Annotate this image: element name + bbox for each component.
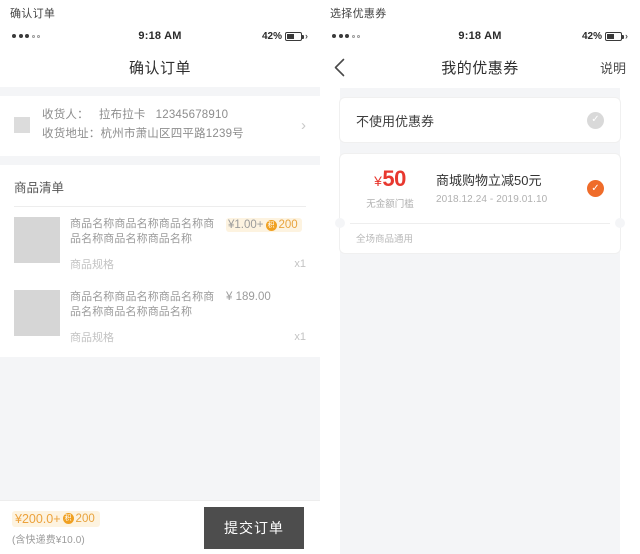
recipient-name: 拉布拉卡 bbox=[98, 109, 146, 121]
product-quantity: x1 bbox=[294, 331, 306, 343]
price-points-badge: ¥1.00+ 积 200 bbox=[226, 218, 302, 232]
coupon-title: 商城购物立减50元 bbox=[436, 173, 542, 188]
coupon-scope-note: 全场商品通用 bbox=[356, 234, 414, 245]
address-row[interactable]: 收货人： 拉布拉卡 12345678910 收货地址：杭州市萧山区四平路1239号 … bbox=[0, 96, 320, 156]
instructions-button[interactable]: 说明 bbox=[600, 58, 626, 77]
product-thumbnail bbox=[14, 217, 60, 263]
page-title: 我的优惠券 bbox=[441, 59, 519, 77]
product-name: 商品名称商品名称商品名称商品名称商品名称商品名称 bbox=[70, 291, 215, 318]
right-screen-caption: 选择优惠券 bbox=[330, 8, 387, 20]
coupon-info-block: 商城购物立减50元 2018.12.24 - 2019.01.10 bbox=[426, 172, 587, 205]
page-title: 确认订单 bbox=[128, 59, 191, 77]
dual-screen-container: 确认订单 9:18 AM 42% › chevron-left 确认订单 收货人… bbox=[0, 0, 640, 554]
coupon-select-screen: 选择优惠券 9:18 AM 42% › 我的优惠券 说明 不使用优惠券 ✓ ¥5… bbox=[320, 0, 640, 554]
right-status-bar: 9:18 AM 42% › bbox=[320, 25, 640, 47]
order-item-top: 商品名称商品名称商品名称商品名称商品名称商品名称 ¥ 189.00 bbox=[70, 290, 306, 320]
coupon-card[interactable]: ¥50 无金额门槛 商城购物立减50元 2018.12.24 - 2019.01… bbox=[335, 154, 625, 253]
address-gap-spacer bbox=[0, 156, 320, 165]
order-item-main: 商品名称商品名称商品名称商品名称商品名称商品名称 ¥ 189.00 商品规格 x… bbox=[70, 290, 306, 347]
nav-gap-spacer bbox=[0, 87, 320, 96]
left-nav-bar: chevron-left 确认订单 bbox=[0, 47, 320, 87]
coupon-amount-value: 50 bbox=[382, 166, 406, 191]
coupon-cards-area: 不使用优惠券 ✓ ¥50 无金额门槛 商城购物立减50元 2018.12.24 … bbox=[335, 88, 625, 253]
product-quantity: x1 bbox=[294, 258, 306, 270]
order-item-row[interactable]: 商品名称商品名称商品名称商品名称商品名称商品名称 ¥1.00+ 积 200 商品… bbox=[0, 207, 320, 280]
battery-icon bbox=[605, 31, 624, 41]
points-value: 200 bbox=[278, 219, 298, 231]
price-amount: ¥1.00+ bbox=[228, 219, 264, 231]
product-name: 商品名称商品名称商品名称商品名称商品名称商品名称 bbox=[70, 218, 215, 245]
order-item-top: 商品名称商品名称商品名称商品名称商品名称商品名称 ¥1.00+ 积 200 bbox=[70, 217, 306, 247]
order-confirm-screen: 确认订单 9:18 AM 42% › chevron-left 确认订单 收货人… bbox=[0, 0, 320, 554]
coupon-selected-check-icon[interactable]: ✓ bbox=[587, 180, 604, 197]
points-coin-icon: 积 bbox=[265, 219, 277, 231]
right-nav-bar: 我的优惠券 说明 bbox=[320, 47, 640, 87]
address-value: 杭州市萧山区四平路1239号 bbox=[100, 128, 244, 140]
product-price: ¥1.00+ 积 200 bbox=[226, 217, 302, 232]
points-coin-icon: 积 bbox=[62, 513, 74, 524]
shipping-fee-note: (含快递费¥10.0) bbox=[12, 534, 85, 546]
product-spec: 商品规格 bbox=[70, 259, 114, 271]
recipient-label: 收货人： bbox=[42, 109, 89, 121]
status-time: 9:18 AM bbox=[138, 30, 182, 42]
no-coupon-label: 不使用优惠券 bbox=[356, 113, 435, 129]
address-line: 收货地址：杭州市萧山区四平路1239号 bbox=[42, 125, 293, 144]
address-text-block: 收货人： 拉布拉卡 12345678910 收货地址：杭州市萧山区四平路1239号 bbox=[42, 106, 293, 144]
recipient-line: 收货人： 拉布拉卡 12345678910 bbox=[42, 106, 293, 125]
address-placeholder-icon bbox=[14, 117, 30, 133]
coupon-condition: 无金额门槛 bbox=[366, 199, 414, 210]
submit-order-button[interactable]: 提交订单 bbox=[204, 506, 304, 549]
left-status-bar: 9:18 AM 42% › bbox=[0, 25, 320, 47]
total-points-value: 200 bbox=[75, 512, 95, 525]
coupon-amount-block: ¥50 无金额门槛 bbox=[354, 167, 426, 211]
no-coupon-option[interactable]: 不使用优惠券 ✓ bbox=[340, 98, 620, 142]
no-coupon-radio-icon[interactable]: ✓ bbox=[587, 111, 604, 129]
items-section-title: 商品清单 bbox=[0, 165, 320, 206]
recipient-phone: 12345678910 bbox=[155, 109, 229, 121]
order-item-sub: 商品规格 x1 bbox=[70, 329, 306, 347]
battery-icon bbox=[285, 31, 304, 41]
coupon-card-top: ¥50 无金额门槛 商城购物立减50元 2018.12.24 - 2019.01… bbox=[340, 154, 620, 223]
coupon-card-divider bbox=[335, 218, 625, 228]
product-price: ¥ 189.00 bbox=[226, 291, 271, 303]
order-item-sub: 商品规格 x1 bbox=[70, 256, 306, 274]
status-time: 9:18 AM bbox=[458, 30, 502, 42]
coupon-date-range: 2018.12.24 - 2019.01.10 bbox=[436, 194, 548, 205]
total-amount: ¥200.0+ bbox=[15, 511, 61, 526]
order-item-row[interactable]: 商品名称商品名称商品名称商品名称商品名称商品名称 ¥ 189.00 商品规格 x… bbox=[0, 280, 320, 353]
total-price-badge: ¥200.0+ 积 200 bbox=[12, 510, 100, 527]
order-total-block: ¥200.0+ 积 200 (含快递费¥10.0) bbox=[12, 510, 204, 546]
coupon-amount: ¥50 bbox=[354, 167, 426, 193]
product-spec: 商品规格 bbox=[70, 332, 114, 344]
address-label: 收货地址： bbox=[42, 128, 101, 140]
order-bottom-bar: ¥200.0+ 积 200 (含快递费¥10.0) 提交订单 bbox=[0, 500, 320, 554]
order-item-main: 商品名称商品名称商品名称商品名称商品名称商品名称 ¥1.00+ 积 200 商品… bbox=[70, 217, 306, 274]
coupon-currency-symbol: ¥ bbox=[374, 173, 382, 189]
product-thumbnail bbox=[14, 290, 60, 336]
coupon-list-body: 不使用优惠券 ✓ ¥50 无金额门槛 商城购物立减50元 2018.12.24 … bbox=[320, 88, 640, 554]
empty-filler-area bbox=[0, 357, 320, 500]
left-screen-caption: 确认订单 bbox=[10, 8, 56, 20]
address-chevron-icon: › bbox=[301, 116, 306, 134]
